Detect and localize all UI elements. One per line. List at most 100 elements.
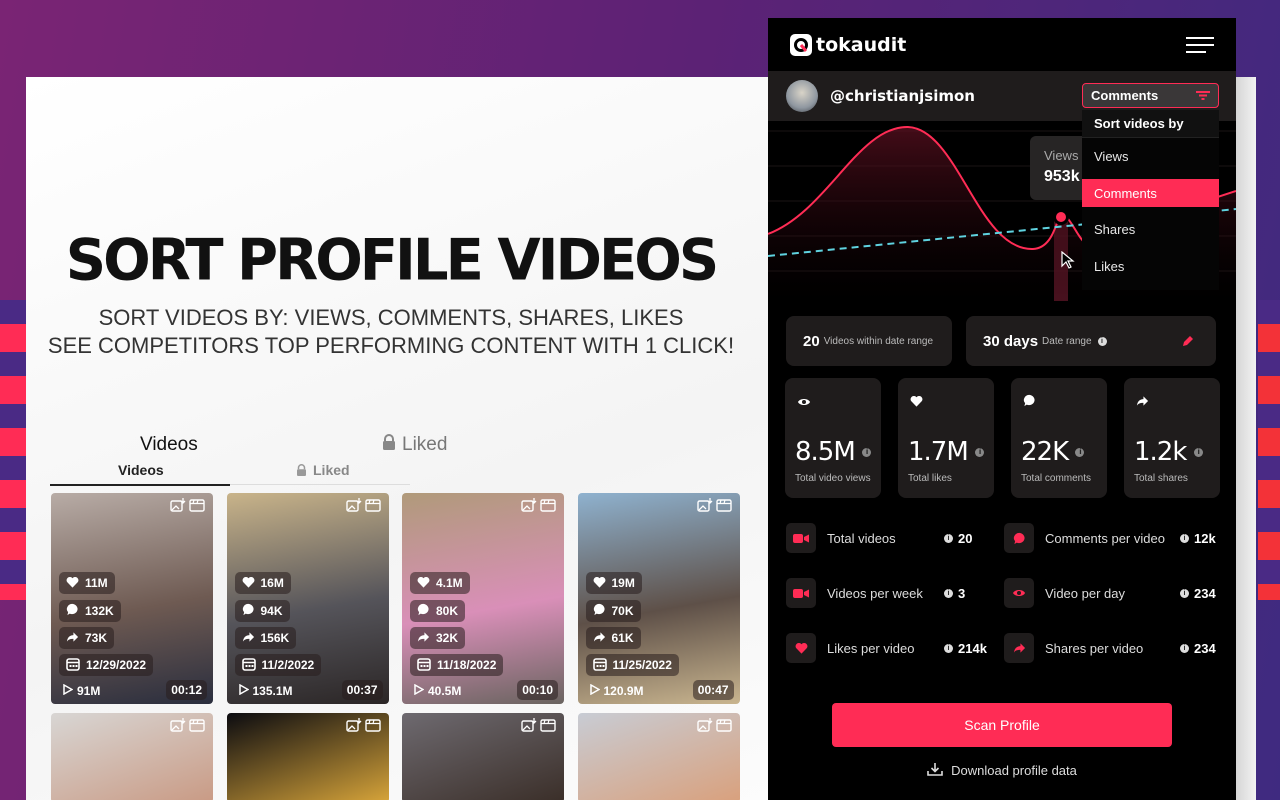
- post-date: 11/18/2022: [437, 658, 497, 672]
- video-camera-icon: [786, 523, 816, 553]
- post-date: 12/29/2022: [86, 658, 147, 672]
- stat-card: 1.7M i Total likes: [898, 378, 994, 498]
- sort-dropdown-menu: Sort videos by Views Comments Shares Lik…: [1082, 110, 1219, 290]
- eye-icon: [797, 394, 811, 412]
- info-icon[interactable]: i: [944, 588, 953, 598]
- video-card[interactable]: [402, 713, 564, 800]
- tab-liked[interactable]: Liked: [296, 462, 350, 479]
- info-icon[interactable]: i: [1075, 448, 1085, 457]
- video-clapper-icon[interactable]: [715, 498, 732, 517]
- menu-hamburger-icon[interactable]: [1186, 36, 1214, 53]
- video-clapper-icon[interactable]: [189, 718, 205, 737]
- decorative-stripes-left: [0, 300, 26, 600]
- video-clapper-icon[interactable]: [540, 498, 556, 517]
- eye-icon: [1004, 578, 1034, 608]
- stat-label: Total comments: [1021, 473, 1092, 484]
- share-icon: [242, 631, 255, 646]
- info-icon[interactable]: i: [944, 643, 953, 653]
- stat-value: 1.2k i: [1134, 437, 1203, 467]
- tokaudit-panel: tokaudit @christianjsimon Comments Views: [768, 18, 1236, 800]
- tab-liked-large[interactable]: Liked: [382, 434, 447, 456]
- info-icon[interactable]: i: [1180, 588, 1189, 598]
- video-duration: 00:12: [166, 680, 207, 700]
- play-icon: [589, 683, 601, 698]
- video-clapper-icon[interactable]: [364, 498, 381, 517]
- stat-value: 1.7M i: [908, 437, 985, 467]
- info-icon[interactable]: i: [1097, 336, 1107, 346]
- brand-name: tokaudit: [816, 33, 907, 56]
- likes-count: 19M: [611, 576, 635, 590]
- video-card[interactable]: 4.1M 80K 32K 11/18/2022 40.5M 00:10: [402, 493, 564, 704]
- views-count: 135.1M: [252, 684, 293, 698]
- tab-videos[interactable]: Videos: [118, 462, 164, 478]
- date-badge: 11/2/2022: [234, 654, 322, 676]
- card-actions: [696, 718, 732, 737]
- video-clapper-icon[interactable]: [364, 718, 381, 737]
- video-clapper-icon[interactable]: [189, 498, 205, 517]
- promo-subline-1: SORT VIDEOS BY: VIEWS, COMMENTS, SHARES,…: [98, 305, 684, 330]
- info-icon[interactable]: i: [1180, 533, 1189, 543]
- download-profile-link[interactable]: Download profile data: [768, 762, 1236, 779]
- info-icon[interactable]: i: [862, 448, 872, 457]
- share-icon: [66, 631, 79, 646]
- tab-videos-large[interactable]: Videos: [140, 434, 198, 456]
- video-clapper-icon[interactable]: [715, 718, 732, 737]
- video-card[interactable]: 19M 70K 61K 11/25/2022 120.9M 00:47: [577, 493, 740, 704]
- heart-icon: [417, 576, 430, 591]
- edit-pencil-icon[interactable]: [1182, 334, 1194, 351]
- sort-option-comments[interactable]: Comments: [1082, 179, 1219, 207]
- share-icon: [1004, 633, 1034, 663]
- info-icon[interactable]: i: [944, 533, 953, 543]
- date-badge: 12/29/2022: [59, 654, 154, 676]
- download-image-icon[interactable]: [345, 718, 362, 737]
- videos-in-range-label: Videos within date range: [823, 335, 934, 347]
- sort-option-views[interactable]: Views: [1082, 138, 1219, 175]
- sort-option-shares[interactable]: Shares: [1082, 211, 1219, 248]
- comment-icon: [1004, 523, 1034, 553]
- video-card[interactable]: [226, 713, 389, 800]
- download-image-icon[interactable]: [521, 498, 537, 517]
- video-card[interactable]: 11M 132K 73K 12/29/2022 91M 00:12: [51, 493, 213, 704]
- tab-divider: [230, 484, 410, 485]
- metric-row: Likes per video i 214k: [786, 633, 996, 663]
- views-count-row: 135.1M: [238, 683, 293, 698]
- views-count-row: 91M: [63, 683, 100, 698]
- metric-value: 12k: [1194, 530, 1216, 546]
- metric-value-wrap: i 234: [1180, 586, 1216, 601]
- info-icon[interactable]: i: [1180, 643, 1189, 653]
- lock-icon: [382, 434, 396, 456]
- panel-header: tokaudit: [768, 18, 1236, 71]
- video-clapper-icon[interactable]: [540, 718, 556, 737]
- video-duration: 00:10: [517, 680, 558, 700]
- video-duration: 00:37: [341, 680, 383, 700]
- scan-profile-button[interactable]: Scan Profile: [832, 703, 1172, 747]
- sort-select[interactable]: Comments: [1082, 83, 1219, 108]
- avatar: [786, 80, 818, 112]
- metric-value-wrap: i 214k: [944, 641, 987, 656]
- video-card[interactable]: [577, 713, 740, 800]
- shares-badge: 156K: [234, 627, 297, 649]
- download-image-icon[interactable]: [696, 718, 713, 737]
- metric-value: 214k: [958, 640, 987, 656]
- download-image-icon[interactable]: [170, 718, 186, 737]
- heart-icon: [786, 633, 816, 663]
- download-image-icon[interactable]: [345, 498, 362, 517]
- shares-count: 61K: [611, 631, 634, 645]
- download-image-icon[interactable]: [521, 718, 537, 737]
- video-card[interactable]: 16M 94K 156K 11/2/2022 135.1M 00:37: [226, 493, 389, 704]
- sort-option-likes[interactable]: Likes: [1082, 248, 1219, 285]
- sort-select-value: Comments: [1091, 88, 1159, 103]
- metric-value: 234: [1194, 585, 1216, 601]
- download-profile-label: Download profile data: [951, 763, 1077, 778]
- download-image-icon[interactable]: [170, 498, 186, 517]
- stat-label: Total video views: [795, 473, 871, 484]
- share-icon: [593, 631, 606, 646]
- info-icon[interactable]: i: [975, 448, 985, 457]
- info-icon[interactable]: i: [1193, 448, 1203, 457]
- views-count: 120.9M: [603, 684, 644, 698]
- metric-value: 234: [1194, 640, 1216, 656]
- metric-label: Comments per video: [1045, 530, 1165, 546]
- download-image-icon[interactable]: [696, 498, 713, 517]
- video-card[interactable]: [51, 713, 213, 800]
- date-range-card[interactable]: 30 days Date range i: [966, 316, 1216, 366]
